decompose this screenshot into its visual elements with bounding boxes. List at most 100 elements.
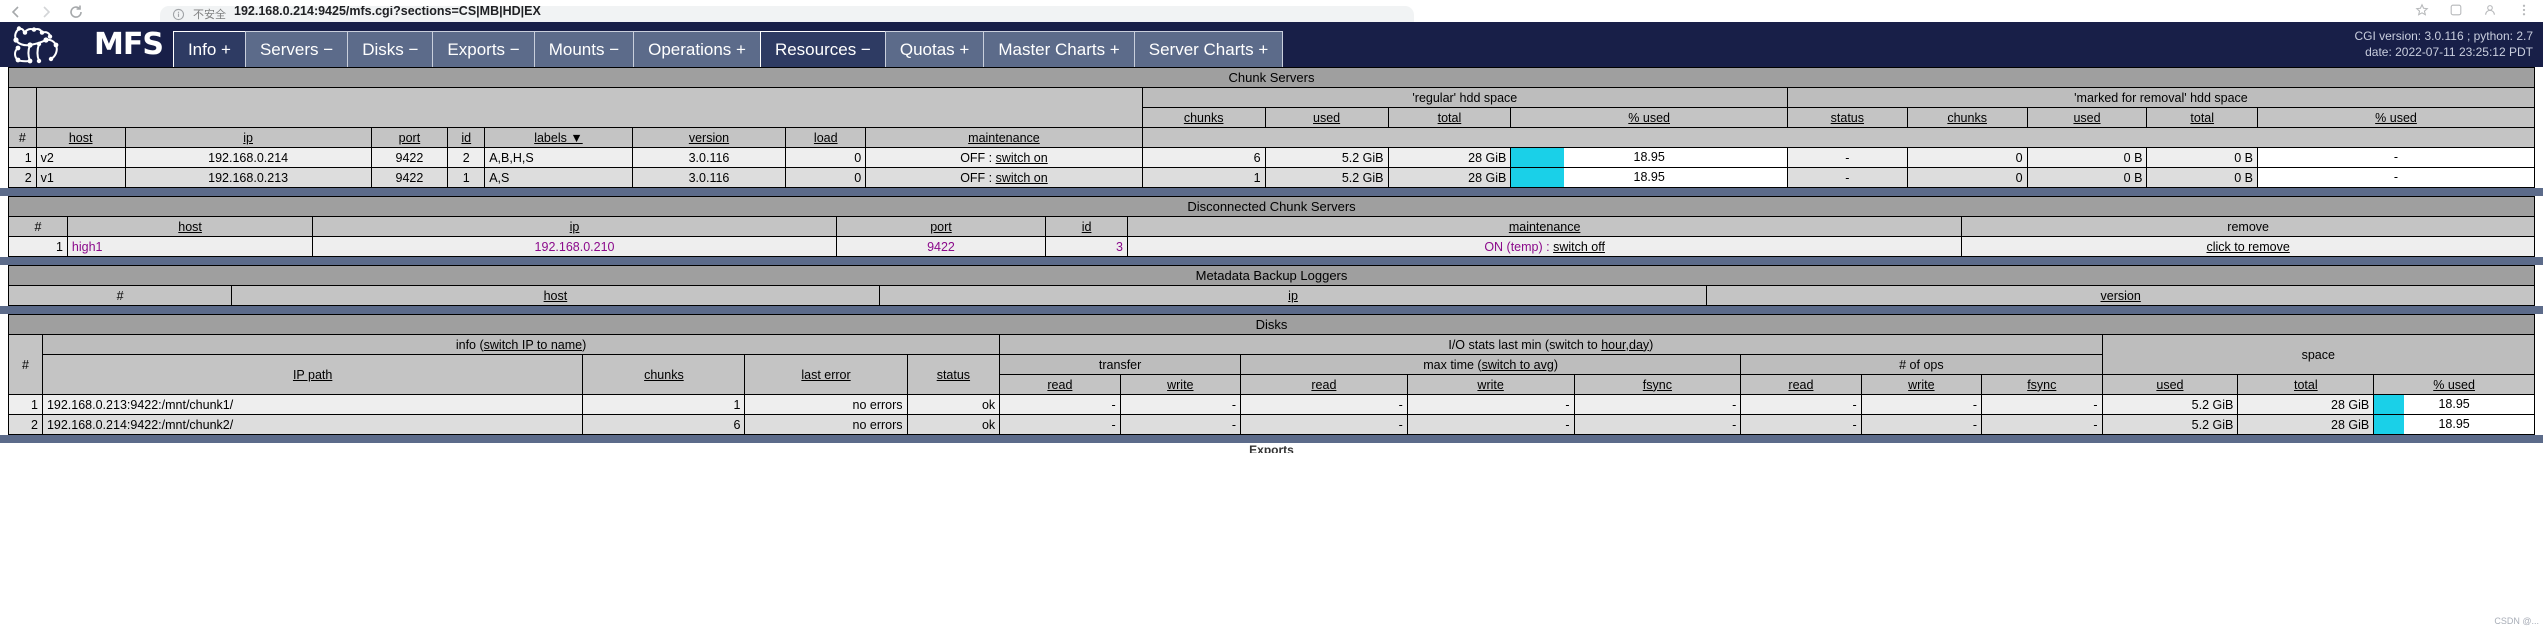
maintenance-switch-link[interactable]: switch off	[1553, 240, 1605, 254]
nav-tab-exports[interactable]: Exports −	[432, 31, 535, 67]
col-host[interactable]: host	[66, 216, 314, 237]
col-version[interactable]: version	[631, 127, 787, 148]
maintenance-switch-link[interactable]: switch on	[996, 151, 1048, 165]
switch-to-avg-link[interactable]: switch to avg	[1482, 358, 1554, 372]
cell-remove[interactable]: click to remove	[1961, 236, 2535, 257]
nav-tab-mounts[interactable]: Mounts −	[533, 31, 635, 67]
col-space-pct[interactable]: % used	[2373, 374, 2535, 395]
maintenance-switch-link[interactable]: switch on	[996, 171, 1048, 185]
cell-maxtime-read: -	[1240, 394, 1408, 415]
col-maxtime-read[interactable]: read	[1240, 374, 1408, 395]
col-ops-read[interactable]: read	[1740, 374, 1862, 395]
nav-tab-quotas[interactable]: Quotas +	[884, 31, 985, 67]
col-ip[interactable]: ip	[878, 285, 1708, 306]
col-transfer-read[interactable]: read	[999, 374, 1121, 395]
extensions-icon[interactable]	[2449, 3, 2465, 19]
col-num: #	[8, 127, 37, 148]
table-row[interactable]: 2 192.168.0.214:9422:/mnt/chunk2/ 6 no e…	[8, 414, 2535, 435]
table-row[interactable]: 1 192.168.0.213:9422:/mnt/chunk1/ 1 no e…	[8, 394, 2535, 415]
col-host[interactable]: host	[231, 285, 880, 306]
cell-status: ok	[906, 414, 1001, 435]
section-divider	[0, 306, 2543, 314]
col-maxtime-fsync[interactable]: fsync	[1573, 374, 1742, 395]
col-space-total[interactable]: total	[2237, 374, 2375, 395]
col-removal-chunks[interactable]: chunks	[1906, 107, 2028, 128]
col-last-error[interactable]: last error	[744, 354, 908, 395]
group-iostats[interactable]: I/O stats last min (switch to hour,day)	[999, 334, 2103, 355]
col-removal-status[interactable]: status	[1786, 107, 1908, 128]
profile-icon[interactable]	[2483, 3, 2499, 19]
col-host[interactable]: host	[35, 127, 126, 148]
switch-ip-to-name-link[interactable]: switch IP to name	[484, 338, 582, 352]
cell-id: 1	[447, 167, 486, 188]
cell-pct-used: 18.95	[1510, 147, 1788, 168]
cell-rm-total: 0 B	[2146, 167, 2259, 188]
col-chunks[interactable]: chunks	[582, 354, 746, 395]
table-row[interactable]: 1 v2 192.168.0.214 9422 2 A,B,H,S 3.0.11…	[8, 147, 2535, 168]
col-regular-used[interactable]: used	[1264, 107, 1389, 128]
cell-space-total: 28 GiB	[2237, 394, 2375, 415]
col-regular-chunks[interactable]: chunks	[1141, 107, 1266, 128]
disks-table: Disks # info (switch IP to name) I/O sta…	[8, 314, 2535, 435]
col-port[interactable]: port	[370, 127, 449, 148]
nav-tab-servers[interactable]: Servers −	[244, 31, 349, 67]
group-max-time[interactable]: max time (switch to avg)	[1240, 354, 1742, 375]
cell-rm-chunks: 0	[1906, 167, 2028, 188]
nav-tab-server-charts[interactable]: Server Charts +	[1133, 31, 1284, 67]
main-nav: Info + Servers − Disks − Exports − Mount…	[172, 22, 1284, 67]
nav-tab-resources[interactable]: Resources −	[759, 31, 886, 67]
col-ops-write[interactable]: write	[1860, 374, 1983, 395]
forward-icon[interactable]	[38, 4, 54, 20]
cell-maintenance[interactable]: OFF : switch on	[865, 167, 1143, 188]
col-status[interactable]: status	[906, 354, 1001, 395]
cell-maxtime-read: -	[1240, 414, 1408, 435]
col-ip[interactable]: ip	[312, 216, 837, 237]
table-row[interactable]: 1 high1 192.168.0.210 9422 3 ON (temp) :…	[8, 236, 2535, 257]
col-load[interactable]: load	[785, 127, 867, 148]
chunk-servers-table: Chunk Servers 'regular' hdd space 'marke…	[8, 67, 2536, 188]
col-removal-total[interactable]: total	[2146, 107, 2259, 128]
cell-rm-status: -	[1786, 147, 1908, 168]
reload-icon[interactable]	[68, 4, 84, 20]
cell-maintenance[interactable]: ON (temp) : switch off	[1126, 236, 1963, 257]
col-ip-path[interactable]: IP path	[41, 354, 584, 395]
col-regular-pct[interactable]: % used	[1510, 107, 1788, 128]
cell-maintenance[interactable]: OFF : switch on	[865, 147, 1143, 168]
cell-space-pct: 18.95	[2373, 394, 2535, 415]
col-transfer-write[interactable]: write	[1119, 374, 1242, 395]
logo[interactable]: MFS	[0, 22, 173, 67]
col-id[interactable]: id	[1045, 216, 1128, 237]
col-removal-used[interactable]: used	[2026, 107, 2148, 128]
cell-port: 9422	[370, 167, 449, 188]
address-bar[interactable]: 不安全 192.168.0.214:9425/mfs.cgi?sections=…	[160, 6, 1414, 22]
col-maintenance[interactable]: maintenance	[865, 127, 1143, 148]
menu-icon[interactable]	[2517, 3, 2533, 19]
cell-transfer-write: -	[1119, 394, 1242, 415]
back-icon[interactable]	[8, 4, 24, 20]
col-id[interactable]: id	[447, 127, 486, 148]
cell-chunks: 6	[1141, 147, 1266, 168]
cell-space-used: 5.2 GiB	[2101, 414, 2239, 435]
nav-tab-operations[interactable]: Operations +	[633, 31, 761, 67]
col-labels[interactable]: labels ▼	[484, 127, 633, 148]
col-port[interactable]: port	[835, 216, 1047, 237]
col-maintenance[interactable]: maintenance	[1126, 216, 1963, 237]
switch-hour-day-link[interactable]: hour,day	[1601, 338, 1649, 352]
col-ops-fsync[interactable]: fsync	[1981, 374, 2103, 395]
nav-tab-disks[interactable]: Disks −	[347, 31, 434, 67]
remove-server-link[interactable]: click to remove	[2206, 240, 2289, 254]
group-info[interactable]: info (switch IP to name)	[41, 334, 1001, 355]
bookmark-icon[interactable]	[2415, 3, 2431, 19]
col-space-used[interactable]: used	[2101, 374, 2239, 395]
nav-tab-master-charts[interactable]: Master Charts +	[983, 31, 1135, 67]
col-maxtime-write[interactable]: write	[1406, 374, 1575, 395]
info-circle-icon[interactable]	[172, 8, 185, 21]
browser-chrome: 不安全 192.168.0.214:9425/mfs.cgi?sections=…	[0, 0, 2543, 22]
col-regular-total[interactable]: total	[1387, 107, 1512, 128]
col-ip[interactable]: ip	[124, 127, 372, 148]
table-row[interactable]: 2 v1 192.168.0.213 9422 1 A,S 3.0.116 0 …	[8, 167, 2535, 188]
col-removal-pct[interactable]: % used	[2257, 107, 2535, 128]
nav-tab-info[interactable]: Info +	[172, 31, 246, 67]
cell-ip-path: 192.168.0.213:9422:/mnt/chunk1/	[41, 394, 584, 415]
col-version[interactable]: version	[1706, 285, 2535, 306]
